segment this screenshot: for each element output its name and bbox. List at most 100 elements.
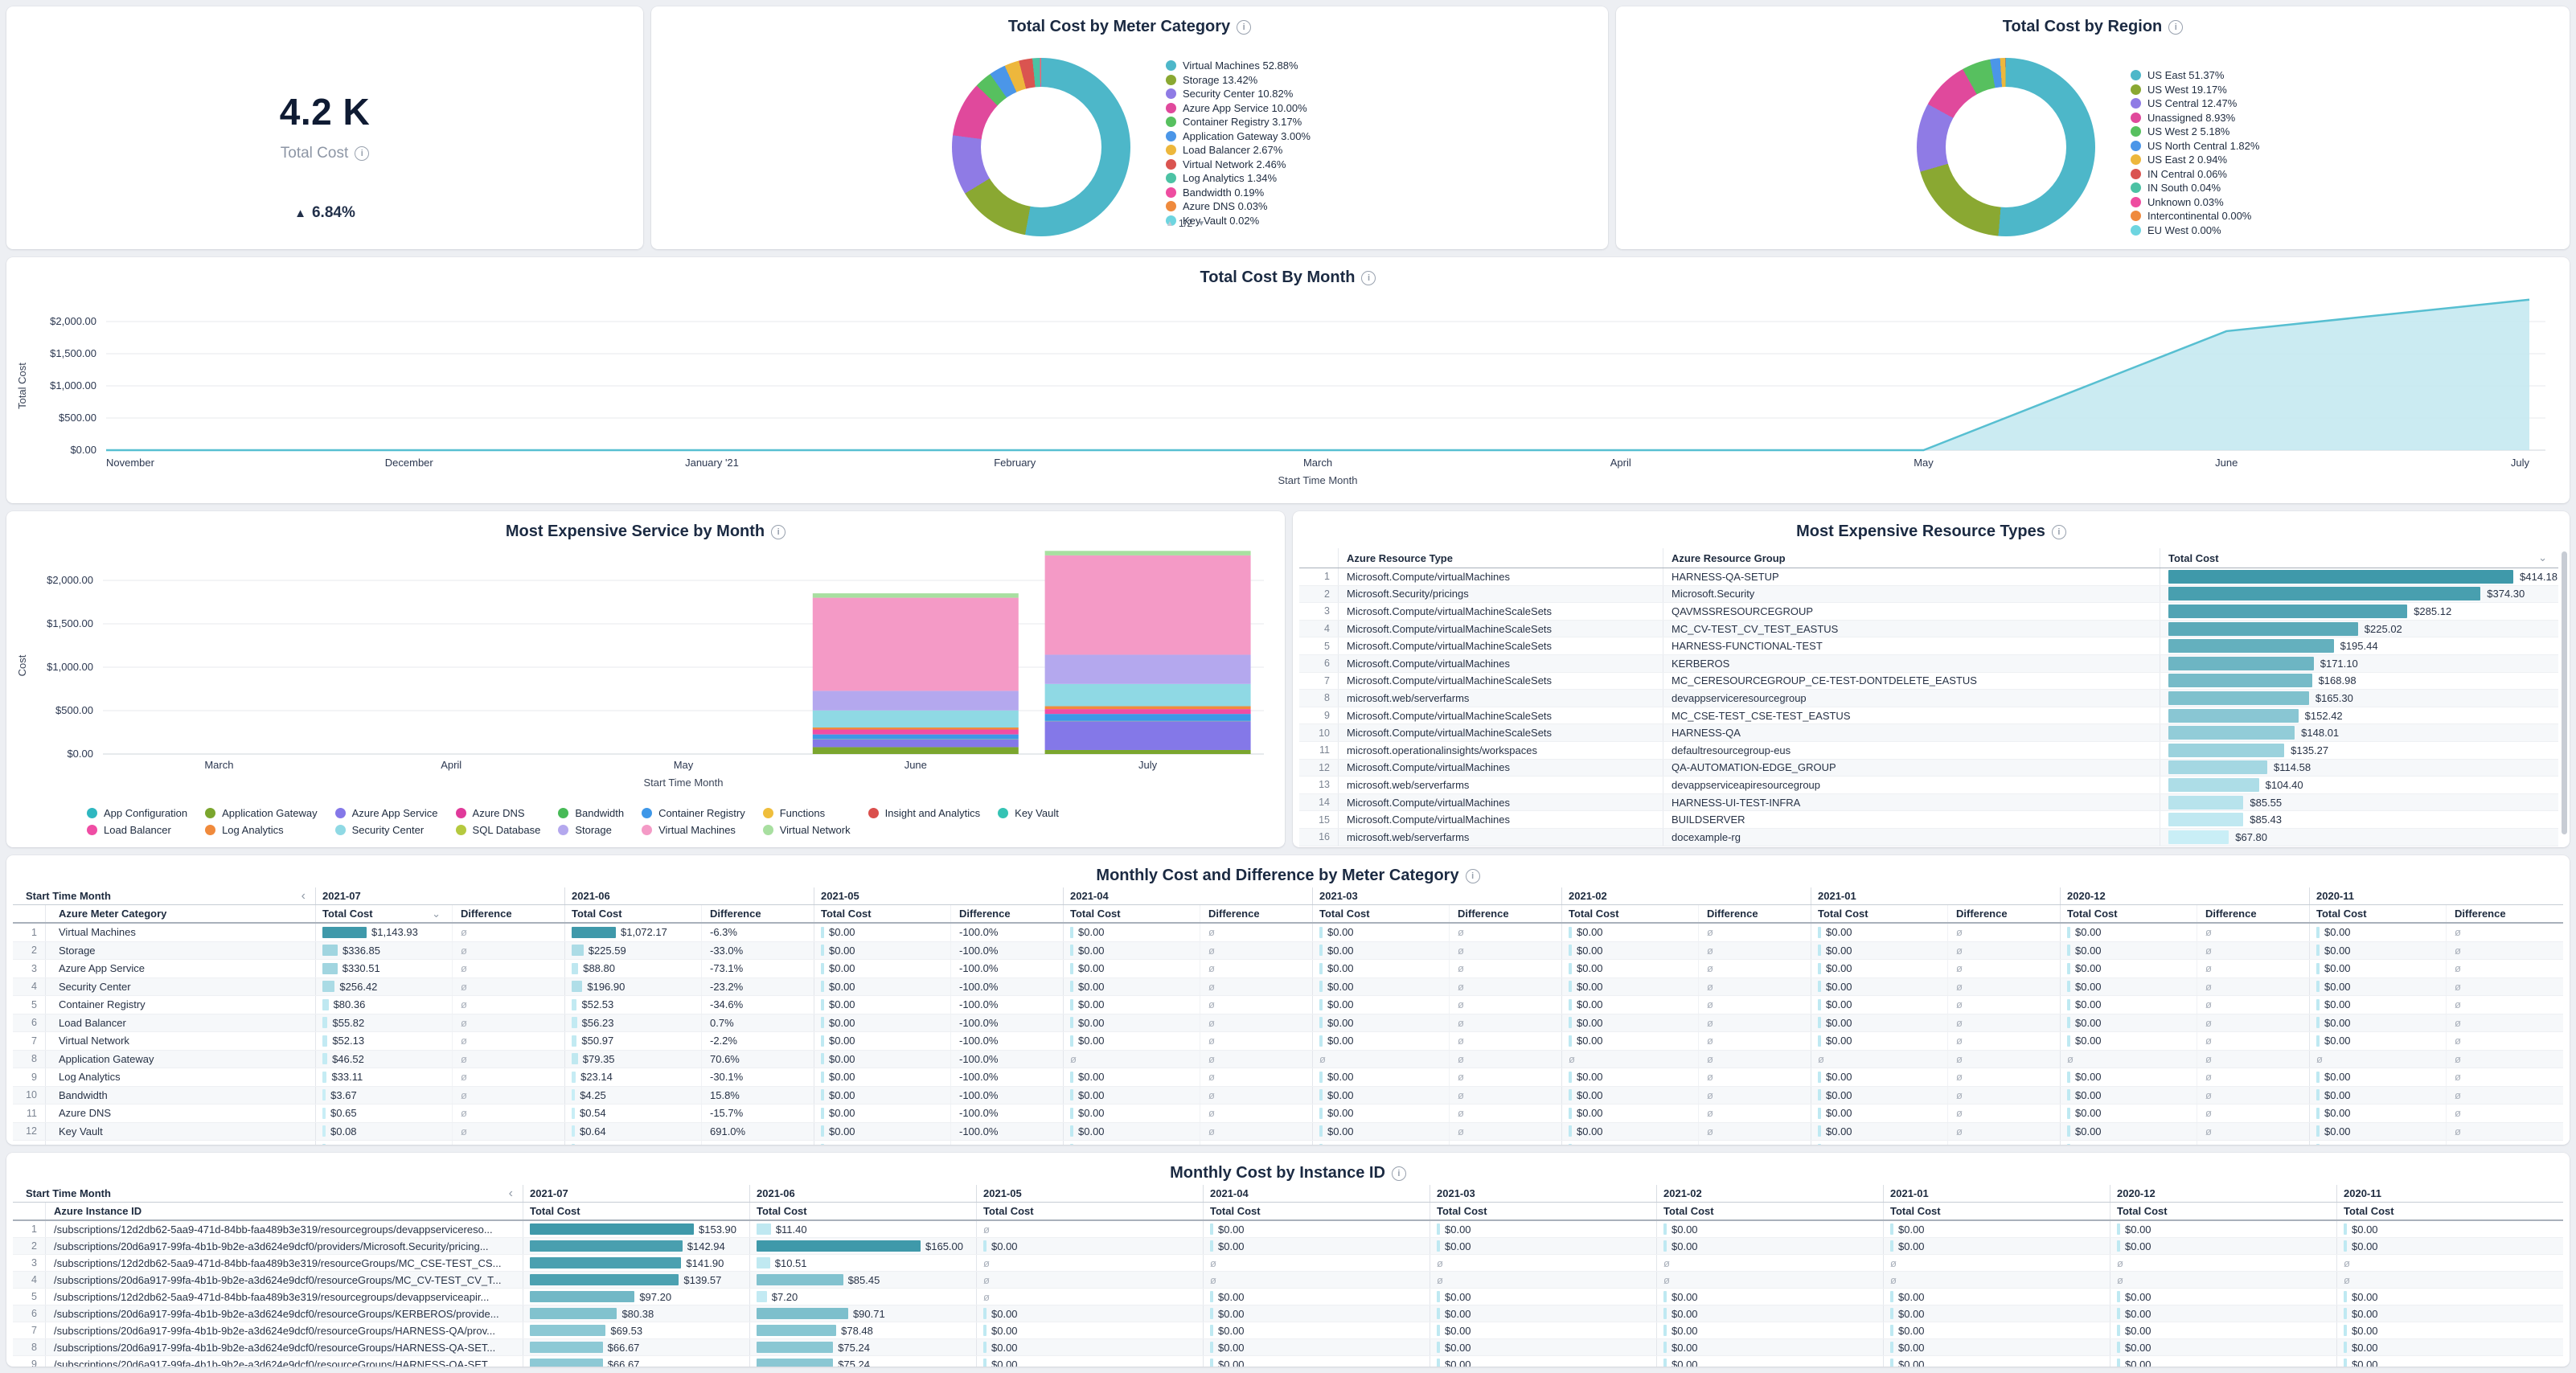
info-icon[interactable]: i [2168, 20, 2183, 35]
table-row[interactable]: 8Application Gateway$46.52ø$79.3570.6%$0… [13, 1051, 2563, 1069]
table-row[interactable]: 8microsoft.web/serverfarmsdevappservicer… [1299, 690, 2558, 707]
table-row[interactable]: 3/subscriptions/12d2db62-5aa9-471d-84bb-… [13, 1255, 2563, 1272]
table-row[interactable]: 13microsoft.web/serverfarmsdevappservice… [1299, 777, 2558, 794]
month-header[interactable]: 2021-07 [315, 887, 564, 904]
meter-category-donut[interactable] [952, 58, 1130, 236]
month-header[interactable]: 2021-01 [1883, 1185, 2110, 1202]
column-header-difference[interactable]: Difference [1947, 905, 2060, 922]
info-icon[interactable]: i [355, 146, 369, 161]
column-header-difference[interactable]: Difference [452, 905, 564, 922]
column-header-total-cost[interactable]: Total Cost [564, 905, 701, 922]
table-row[interactable]: 10Bandwidth$3.67ø$4.2515.8%$0.00-100.0%$… [13, 1087, 2563, 1105]
legend-item[interactable]: Application Gateway [205, 807, 318, 820]
column-header-difference[interactable]: Difference [701, 905, 814, 922]
column-header-resource-type[interactable]: Azure Resource Type [1338, 548, 1663, 568]
month-header[interactable]: 2021-03 [1430, 1185, 1656, 1202]
legend-item[interactable]: Virtual Machines 52.88% [1166, 59, 1311, 72]
table-row[interactable]: 10Microsoft.Compute/virtualMachineScaleS… [1299, 724, 2558, 742]
column-header-meter-category[interactable]: Azure Meter Category [45, 905, 315, 922]
table-row[interactable]: 4Security Center$256.42ø$196.90-23.2%$0.… [13, 978, 2563, 997]
legend-item[interactable]: Security Center 10.82% [1166, 88, 1311, 100]
info-icon[interactable]: i [2052, 525, 2066, 539]
table-row[interactable]: 4Microsoft.Compute/virtualMachineScaleSe… [1299, 621, 2558, 638]
scrollbar-thumb[interactable] [2562, 551, 2567, 834]
column-header-total-cost[interactable]: Total Cost [523, 1203, 749, 1219]
table-row[interactable]: 1/subscriptions/12d2db62-5aa9-471d-84bb-… [13, 1221, 2563, 1238]
legend-item[interactable]: Load Balancer 2.67% [1166, 144, 1311, 157]
legend-item[interactable]: Intercontinental 0.00% [2131, 210, 2259, 223]
table-row[interactable]: 3Microsoft.Compute/virtualMachineScaleSe… [1299, 603, 2558, 621]
legend-item[interactable]: Storage [558, 824, 624, 837]
legend-item[interactable]: Insight and Analytics [868, 807, 981, 820]
column-header-total-cost[interactable]: Total Cost [2110, 1203, 2336, 1219]
info-icon[interactable]: i [771, 525, 786, 539]
legend-item[interactable]: Key Vault [998, 807, 1059, 820]
table-row[interactable]: 9/subscriptions/20d6a917-99fa-4b1b-9b2e-… [13, 1356, 2563, 1367]
legend-item[interactable]: SQL Database [456, 824, 541, 837]
month-header[interactable]: 2021-01 [1811, 887, 2060, 904]
legend-item[interactable]: Bandwidth [558, 807, 624, 820]
table-row[interactable]: 12Microsoft.Compute/virtualMachinesQA-AU… [1299, 760, 2558, 777]
legend-item[interactable]: Azure App Service [335, 807, 438, 820]
table-row[interactable]: 1Microsoft.Compute/virtualMachinesHARNES… [1299, 568, 2558, 586]
legend-item[interactable]: App Configuration [87, 807, 187, 820]
legend-item[interactable]: US East 51.37% [2131, 69, 2259, 82]
month-header[interactable]: 2021-04 [1203, 1185, 1430, 1202]
month-header[interactable]: 2021-05 [976, 1185, 1203, 1202]
table-row[interactable]: 7Virtual Network$52.13ø$50.97-2.2%$0.00-… [13, 1032, 2563, 1051]
legend-item[interactable]: EU West 0.00% [2131, 224, 2259, 237]
column-header-total-cost[interactable]: Total Cost [1656, 1203, 1883, 1219]
column-header-difference[interactable]: Difference [1449, 905, 1561, 922]
legend-item[interactable]: Log Analytics [205, 824, 318, 837]
legend-item[interactable]: IN Central 0.06% [2131, 168, 2259, 181]
column-header-difference[interactable]: Difference [2446, 905, 2558, 922]
table-row[interactable]: 2/subscriptions/20d6a917-99fa-4b1b-9b2e-… [13, 1238, 2563, 1255]
info-icon[interactable]: i [1361, 271, 1376, 285]
column-header-total-cost[interactable]: Total Cost [1063, 905, 1200, 922]
legend-item[interactable]: Security Center [335, 824, 438, 837]
legend-item[interactable]: US West 19.17% [2131, 84, 2259, 96]
month-header[interactable]: 2021-02 [1561, 887, 1811, 904]
column-header-total-cost[interactable]: Total Cost [2336, 1203, 2563, 1219]
table-row[interactable]: 2Microsoft.Security/pricingsMicrosoft.Se… [1299, 586, 2558, 604]
table-row[interactable]: 11Azure DNS$0.65ø$0.54-15.7%$0.00-100.0%… [13, 1105, 2563, 1123]
table-row[interactable]: 9Microsoft.Compute/virtualMachineScaleSe… [1299, 707, 2558, 725]
info-icon[interactable]: i [1392, 1166, 1406, 1181]
legend-item[interactable]: Log Analytics 1.34% [1166, 172, 1311, 185]
legend-item[interactable]: Unassigned 8.93% [2131, 112, 2259, 125]
table-row[interactable]: 2Storage$336.85ø$225.59-33.0%$0.00-100.0… [13, 942, 2563, 961]
column-header-total-cost[interactable]: Total Cost [2309, 905, 2446, 922]
month-header[interactable]: 2020-11 [2309, 887, 2558, 904]
table-row[interactable]: 6/subscriptions/20d6a917-99fa-4b1b-9b2e-… [13, 1305, 2563, 1322]
legend-item[interactable]: Virtual Network 2.46% [1166, 158, 1311, 171]
column-header-total-cost[interactable]: Total Cost [749, 1203, 976, 1219]
column-header-total-cost[interactable]: Total Cost [1883, 1203, 2110, 1219]
column-header-total-cost[interactable]: Total Cost ⌄ [2160, 548, 2558, 568]
column-header-total-cost[interactable]: Total Cost [2060, 905, 2197, 922]
legend-item[interactable]: US West 2 5.18% [2131, 125, 2259, 138]
column-header-total-cost[interactable]: Total Cost [1312, 905, 1449, 922]
legend-item[interactable]: US North Central 1.82% [2131, 140, 2259, 153]
table-row[interactable]: 4/subscriptions/20d6a917-99fa-4b1b-9b2e-… [13, 1272, 2563, 1289]
month-header[interactable]: 2021-05 [814, 887, 1063, 904]
legend-item[interactable]: Functions [763, 807, 851, 820]
table-row[interactable]: 7/subscriptions/20d6a917-99fa-4b1b-9b2e-… [13, 1322, 2563, 1339]
month-header[interactable]: 2021-06 [749, 1185, 976, 1202]
column-header-difference[interactable]: Difference [2197, 905, 2309, 922]
legend-item[interactable]: Azure DNS [456, 807, 541, 820]
prev-months-icon[interactable]: ‹ [301, 889, 306, 904]
column-header-difference[interactable]: Difference [1698, 905, 1811, 922]
month-header[interactable]: 2020-11 [2336, 1185, 2563, 1202]
legend-item[interactable]: US Central 12.47% [2131, 97, 2259, 110]
legend-item[interactable]: Azure App Service 10.00% [1166, 102, 1311, 115]
table-row[interactable]: 11microsoft.operationalinsights/workspac… [1299, 742, 2558, 760]
column-header-total-cost[interactable]: Total Cost [1430, 1203, 1656, 1219]
legend-item[interactable]: Unknown 0.03% [2131, 196, 2259, 209]
column-header-total-cost[interactable]: Total Cost [1561, 905, 1698, 922]
column-header-total-cost[interactable]: Total Cost [1811, 905, 1947, 922]
table-row[interactable]: 5Container Registry$80.36ø$52.53-34.6%$0… [13, 996, 2563, 1014]
month-header[interactable]: 2021-02 [1656, 1185, 1883, 1202]
legend-item[interactable]: Storage 13.42% [1166, 74, 1311, 87]
table-row[interactable]: 9Log Analytics$33.11ø$23.14-30.1%$0.00-1… [13, 1068, 2563, 1087]
legend-item[interactable]: Container Registry 3.17% [1166, 116, 1311, 129]
